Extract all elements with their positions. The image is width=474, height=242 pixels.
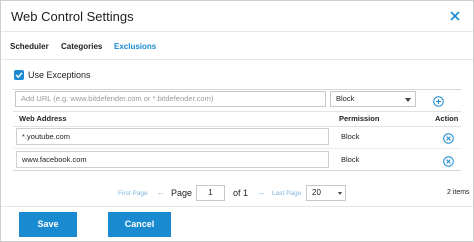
page-number-input[interactable]: 1 xyxy=(196,185,225,201)
first-page-link[interactable]: First Page xyxy=(118,190,148,197)
url-field[interactable]: *.youtube.com xyxy=(16,128,329,145)
table-header: Web Address Permission Action xyxy=(13,111,461,127)
column-header-action: Action xyxy=(435,114,459,123)
remove-circle-icon[interactable] xyxy=(443,154,454,167)
add-url-input[interactable]: Add URL (e.g. www.bitdefender.com or *.b… xyxy=(15,91,326,107)
page-size-value: 20 xyxy=(312,188,321,197)
use-exceptions-checkbox[interactable] xyxy=(14,70,24,80)
permission-value: Block xyxy=(341,132,360,141)
column-header-web-address: Web Address xyxy=(19,114,67,123)
dialog-footer: Save Cancel xyxy=(1,206,473,242)
add-permission-value: Block xyxy=(336,94,355,103)
remove-circle-icon[interactable] xyxy=(443,131,454,144)
dialog-title: Web Control Settings xyxy=(11,9,134,24)
prev-arrow-icon[interactable]: ← xyxy=(157,188,165,197)
chevron-down-icon xyxy=(405,98,411,102)
use-exceptions-label: Use Exceptions xyxy=(28,70,91,80)
tab-exclusions[interactable]: Exclusions xyxy=(114,42,156,51)
plus-circle-icon[interactable] xyxy=(433,94,444,107)
tab-categories[interactable]: Categories xyxy=(61,42,102,51)
chevron-down-icon xyxy=(338,192,342,195)
last-page-link[interactable]: Last Page xyxy=(272,190,301,197)
web-control-settings-dialog: Web Control Settings Scheduler Categorie… xyxy=(0,0,474,242)
title-bar: Web Control Settings xyxy=(1,1,473,32)
table-row: www.facebook.com Block xyxy=(13,149,461,171)
next-arrow-icon[interactable]: → xyxy=(257,188,265,197)
column-header-permission: Permission xyxy=(339,114,380,123)
tab-scheduler[interactable]: Scheduler xyxy=(10,42,49,51)
permission-value: Block xyxy=(341,155,360,164)
item-count: 2 items xyxy=(447,189,470,196)
tab-bar: Scheduler Categories Exclusions xyxy=(1,35,473,60)
page-size-select[interactable]: 20 xyxy=(306,185,346,201)
close-icon[interactable] xyxy=(447,8,463,24)
cancel-button[interactable]: Cancel xyxy=(108,212,171,237)
save-button[interactable]: Save xyxy=(19,212,77,237)
table-row: *.youtube.com Block xyxy=(13,126,461,149)
pagination: First Page ← Page 1 of 1 → Last Page 20 … xyxy=(1,184,473,202)
exceptions-grid: Add URL (e.g. www.bitdefender.com or *.b… xyxy=(13,89,461,171)
add-permission-select[interactable]: Block xyxy=(330,91,416,107)
url-field[interactable]: www.facebook.com xyxy=(16,151,329,168)
page-label: Page xyxy=(171,188,193,198)
page-total-label: of 1 xyxy=(233,188,249,198)
